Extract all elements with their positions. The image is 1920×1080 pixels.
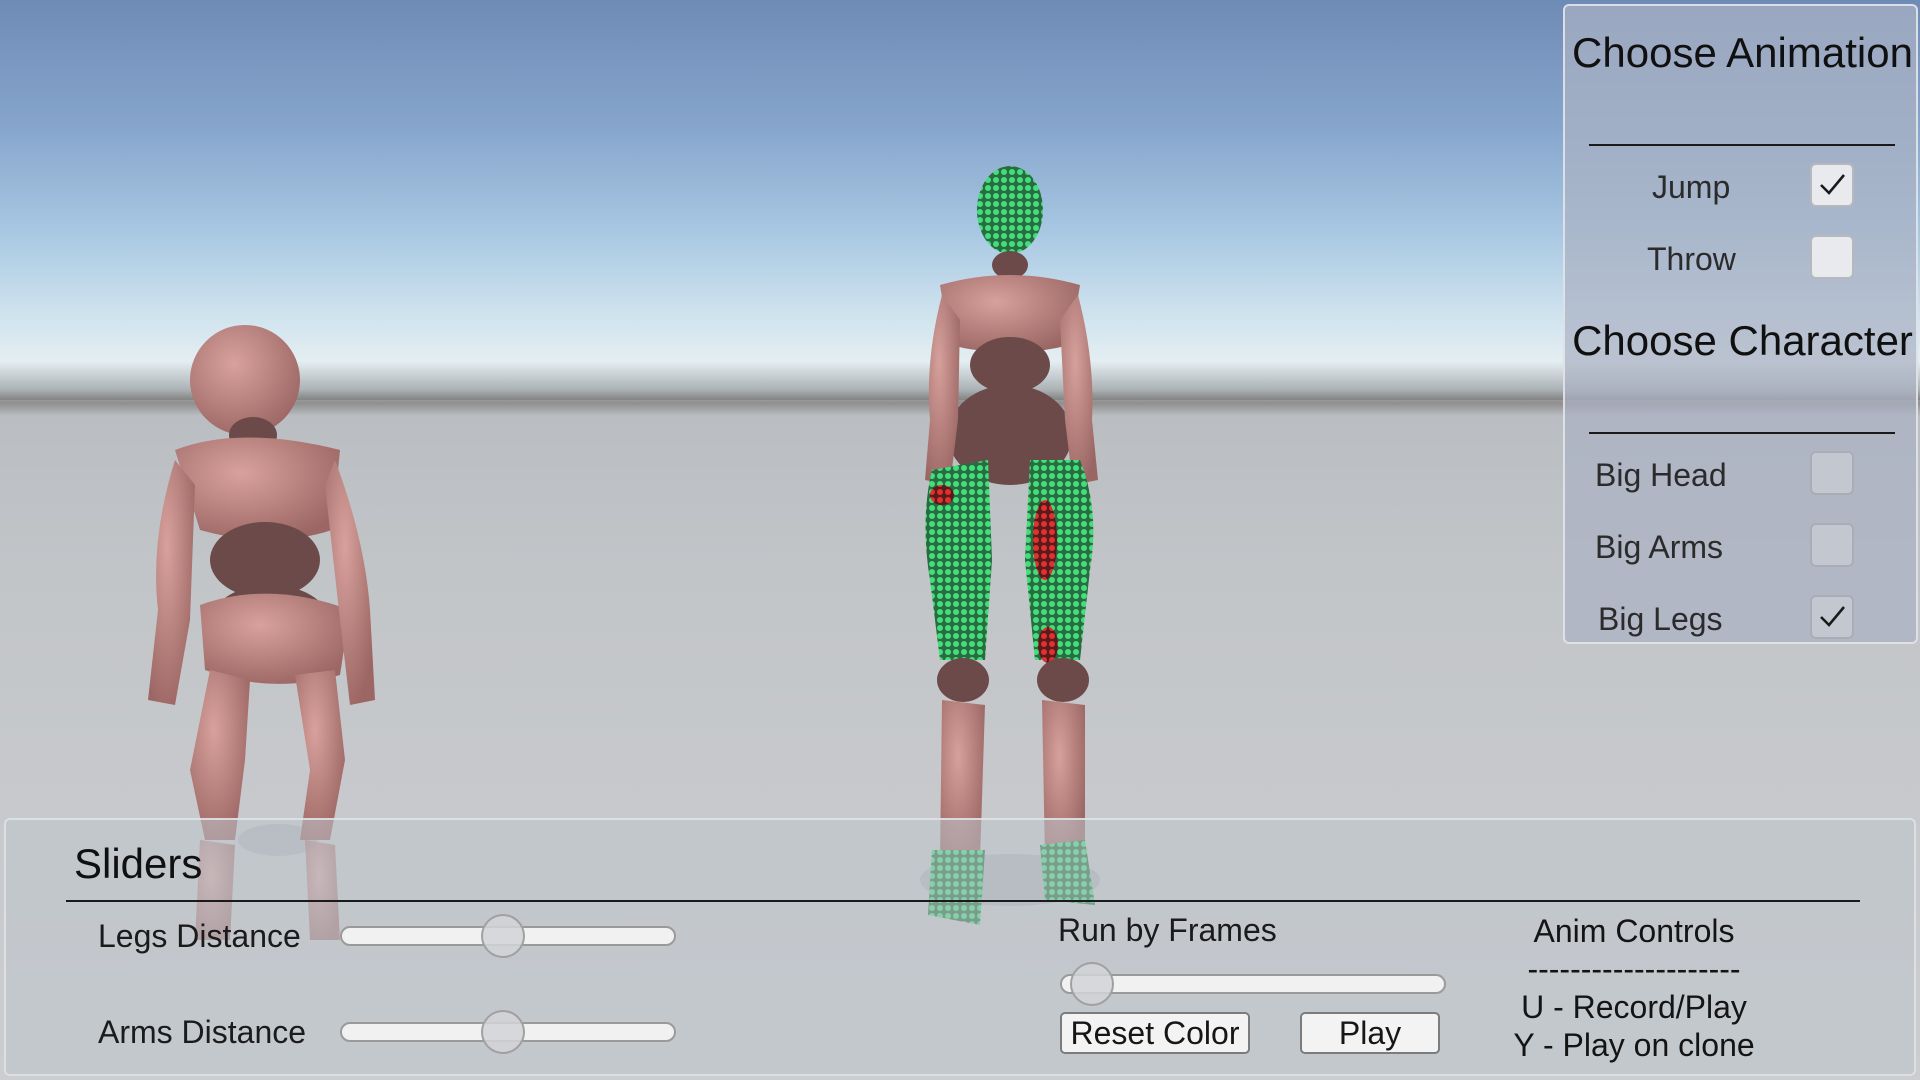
anim-controls-separator: -------------------- xyxy=(1527,951,1741,987)
sliders-title: Sliders xyxy=(74,840,203,887)
play-button[interactable]: Play xyxy=(1300,1012,1440,1054)
run-by-frames-handle[interactable] xyxy=(1070,962,1115,1006)
option-big-legs[interactable]: Big Legs xyxy=(1565,593,1920,643)
options-panel: Choose Animation Jump Throw Choose Chara… xyxy=(1563,4,1918,644)
checkmark-icon xyxy=(1820,606,1845,627)
jump-checkbox[interactable] xyxy=(1810,163,1854,207)
sliders-panel: Sliders Legs Distance Arms Distance Run … xyxy=(4,818,1916,1076)
anim-controls-title: Anim Controls xyxy=(1533,913,1735,949)
big-head-checkbox[interactable] xyxy=(1810,451,1854,495)
animation-divider xyxy=(1589,144,1895,146)
big-legs-label: Big Legs xyxy=(1598,601,1723,637)
run-by-frames-label: Run by Frames xyxy=(1058,912,1277,948)
run-by-frames-slider[interactable] xyxy=(1060,962,1446,1006)
option-jump[interactable]: Jump xyxy=(1565,161,1920,211)
big-head-label: Big Head xyxy=(1595,457,1727,493)
big-legs-checkbox[interactable] xyxy=(1810,595,1854,639)
play-on-clone-hint: Y - Play on clone xyxy=(1513,1027,1755,1063)
legs-distance-label: Legs Distance xyxy=(98,918,301,954)
option-throw[interactable]: Throw xyxy=(1565,233,1920,283)
legs-distance-handle[interactable] xyxy=(481,914,526,958)
character-divider xyxy=(1589,432,1895,434)
reset-color-button[interactable]: Reset Color xyxy=(1060,1012,1250,1054)
choose-animation-heading: Choose Animation xyxy=(1572,29,1913,76)
checkmark-icon xyxy=(1820,174,1845,195)
big-arms-label: Big Arms xyxy=(1595,529,1724,565)
record-play-hint: U - Record/Play xyxy=(1521,989,1747,1025)
arms-distance-slider[interactable] xyxy=(340,1010,676,1054)
sliders-divider xyxy=(66,900,1860,902)
option-big-head[interactable]: Big Head xyxy=(1565,449,1920,499)
throw-checkbox[interactable] xyxy=(1810,235,1854,279)
arms-distance-label: Arms Distance xyxy=(98,1014,307,1050)
choose-character-heading: Choose Character xyxy=(1572,317,1913,364)
big-arms-checkbox[interactable] xyxy=(1810,523,1854,567)
arms-distance-handle[interactable] xyxy=(481,1010,526,1054)
option-big-arms[interactable]: Big Arms xyxy=(1565,521,1920,571)
legs-distance-slider[interactable] xyxy=(340,914,676,958)
throw-label: Throw xyxy=(1647,241,1736,277)
jump-label: Jump xyxy=(1652,169,1731,205)
